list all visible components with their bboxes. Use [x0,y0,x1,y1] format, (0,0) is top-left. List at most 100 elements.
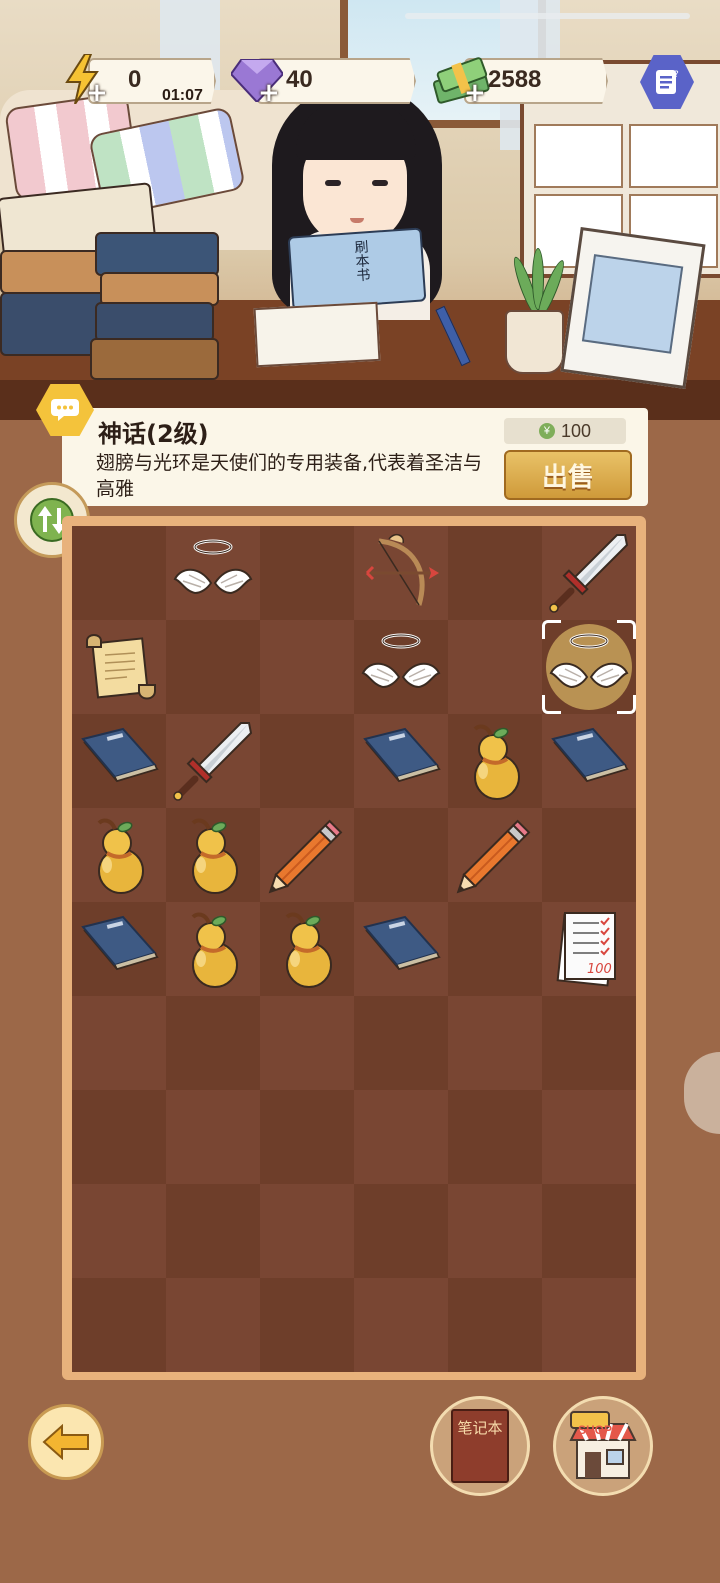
board-cell[interactable] [72,714,166,808]
item-title: 神话(2级) [98,420,209,448]
pencil-icon[interactable] [265,813,349,897]
sword-icon[interactable] [171,719,255,803]
sword-icon[interactable] [547,531,631,615]
board-cell[interactable] [542,1090,636,1184]
board-cell[interactable] [72,996,166,1090]
scroll-icon[interactable] [77,625,161,709]
board-cell[interactable] [542,1278,636,1372]
gourd-icon[interactable] [453,719,537,803]
board-cell[interactable] [166,902,260,996]
held-book-title: 刷本书 [351,239,371,283]
board-cell[interactable] [354,902,448,996]
board-cell[interactable] [260,1184,354,1278]
price-value: 100 [560,420,592,441]
board-cell[interactable] [354,714,448,808]
book-icon[interactable] [77,907,161,991]
board-cell[interactable] [448,808,542,902]
board-cell[interactable] [542,620,636,714]
svg-text:100: 100 [587,962,612,977]
book-brown [90,338,219,380]
book-icon[interactable] [77,719,161,803]
desk-calendar [560,226,706,390]
board-grid: 100 [72,526,636,1372]
board-cell[interactable] [72,526,166,620]
back-button[interactable] [28,1404,104,1480]
board-cell[interactable] [260,902,354,996]
board-cell[interactable] [354,526,448,620]
board-cell[interactable] [166,1184,260,1278]
board-cell[interactable] [542,996,636,1090]
board-cell[interactable] [542,1184,636,1278]
board-cell[interactable] [72,902,166,996]
book-icon[interactable] [359,719,443,803]
book-tan [100,272,219,306]
board-cell[interactable] [354,1184,448,1278]
board-cell[interactable] [448,1184,542,1278]
add-gems-icon[interactable]: + [258,78,280,108]
book-icon[interactable] [547,719,631,803]
board-cell[interactable] [260,808,354,902]
back-arrow-icon [42,1424,89,1460]
angel-wings-halo-icon[interactable] [171,531,255,615]
board-cell[interactable] [166,1090,260,1184]
board-cell[interactable] [72,1278,166,1372]
gourd-icon[interactable] [171,907,255,991]
board-cell[interactable] [354,1278,448,1372]
board-cell[interactable] [448,902,542,996]
book-icon[interactable] [359,907,443,991]
svg-text:?: ? [674,70,679,80]
board-cell[interactable] [166,996,260,1090]
board-cell[interactable] [354,1090,448,1184]
board-cell[interactable] [260,1278,354,1372]
board-cell[interactable] [260,714,354,808]
shop-icon [569,1411,637,1479]
board-cell[interactable] [448,620,542,714]
angel-wings-halo-icon[interactable] [359,625,443,709]
notebook-icon: 笔记本 [451,1409,509,1483]
board-cell[interactable] [260,526,354,620]
shop-label: SHOP [578,1423,613,1437]
board-cell[interactable] [72,1184,166,1278]
sell-button[interactable]: 出售 [504,450,632,500]
gourd-icon[interactable] [171,813,255,897]
pencil-icon[interactable] [453,813,537,897]
angel-wings-halo-icon[interactable] [547,625,631,709]
board-cell[interactable] [72,620,166,714]
notebook-label: 笔记本 [457,1419,503,1437]
board-cell[interactable] [448,1278,542,1372]
board-cell[interactable] [542,714,636,808]
board-cell[interactable] [354,620,448,714]
notebook-button[interactable]: 笔记本 [430,1396,530,1496]
gourd-icon[interactable] [77,813,161,897]
eye-left [325,180,341,186]
board-cell[interactable] [166,1278,260,1372]
gourd-icon[interactable] [265,907,349,991]
cash-value: 2588 [488,66,542,93]
board-cell[interactable] [448,996,542,1090]
board-cell[interactable] [166,620,260,714]
board-cell[interactable] [354,808,448,902]
board-cell[interactable] [166,808,260,902]
board-cell[interactable] [542,808,636,902]
board-cell[interactable] [448,526,542,620]
shop-button[interactable]: SHOP [553,1396,653,1496]
board-cell[interactable] [260,996,354,1090]
board-cell[interactable] [166,526,260,620]
board-cell[interactable] [542,526,636,620]
board-cell[interactable] [260,620,354,714]
board-cell[interactable] [72,1090,166,1184]
plant-pot [505,310,564,374]
add-cash-icon[interactable]: + [464,78,486,108]
test-paper-icon[interactable]: 100 [547,907,631,991]
add-energy-icon[interactable]: + [86,78,108,108]
board-cell[interactable] [166,714,260,808]
side-tab[interactable] [684,1052,720,1134]
board-cell[interactable] [260,1090,354,1184]
book-blue-2 [95,302,214,342]
cupid-bow-arrow-icon[interactable] [359,531,443,615]
board-cell[interactable] [354,996,448,1090]
board-cell[interactable] [448,1090,542,1184]
board-cell[interactable] [72,808,166,902]
board-cell[interactable]: 100 [542,902,636,996]
board-cell[interactable] [448,714,542,808]
